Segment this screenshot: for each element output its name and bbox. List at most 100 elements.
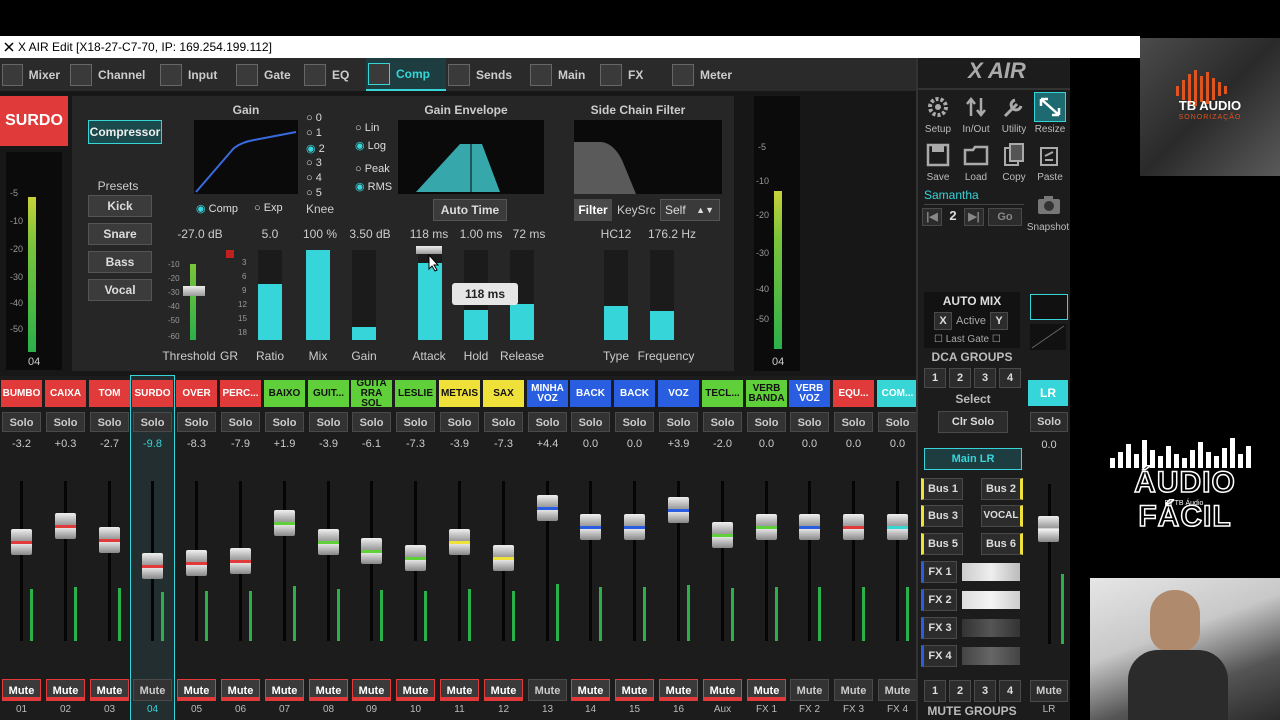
solo-button[interactable]: Solo bbox=[571, 412, 610, 432]
log-radio[interactable]: ◉ Log bbox=[355, 139, 386, 152]
channel-fader[interactable] bbox=[537, 495, 558, 521]
tab-eq[interactable]: EQ bbox=[302, 58, 366, 91]
channel-name[interactable]: BACK bbox=[614, 380, 655, 407]
mute-group-3-button[interactable]: 3 bbox=[974, 680, 996, 702]
scene-go-button[interactable]: Go bbox=[988, 208, 1022, 226]
type-slider[interactable] bbox=[604, 250, 628, 340]
tab-main[interactable]: Main bbox=[528, 58, 598, 91]
channel-name[interactable]: VERB BANDA bbox=[746, 380, 787, 407]
channel-name[interactable]: METAIS bbox=[439, 380, 480, 407]
paste-icon[interactable] bbox=[1034, 142, 1066, 170]
mix-slider[interactable] bbox=[306, 250, 330, 340]
solo-button[interactable]: Solo bbox=[834, 412, 873, 432]
filter-button[interactable]: Filter bbox=[574, 199, 612, 221]
channel-fader[interactable] bbox=[405, 545, 426, 571]
main-lr-button[interactable]: Main LR bbox=[924, 448, 1022, 470]
channel-name[interactable]: GUITA RRA SOL bbox=[351, 380, 392, 407]
channel-fader[interactable] bbox=[361, 538, 382, 564]
channel-fader[interactable] bbox=[712, 522, 733, 548]
lin-radio[interactable]: ○ Lin bbox=[355, 122, 379, 134]
solo-button[interactable]: Solo bbox=[352, 412, 391, 432]
mute-button[interactable]: Mute bbox=[484, 679, 523, 701]
solo-button[interactable]: Solo bbox=[90, 412, 129, 432]
bus-vocal-button[interactable]: VOCAL bbox=[981, 505, 1023, 527]
dca-2-button[interactable]: 2 bbox=[949, 368, 971, 388]
mute-button[interactable]: Mute bbox=[703, 679, 742, 701]
frequency-slider[interactable] bbox=[650, 250, 674, 340]
last-gate-checkbox[interactable]: ☐ Last Gate ☐ bbox=[934, 334, 1001, 345]
close-x-icon[interactable] bbox=[4, 37, 14, 52]
solo-button[interactable]: Solo bbox=[46, 412, 85, 432]
mute-button[interactable]: Mute bbox=[396, 679, 435, 701]
rms-radio[interactable]: ◉ RMS bbox=[355, 180, 392, 193]
solo-button[interactable]: Solo bbox=[265, 412, 304, 432]
gain-slider[interactable] bbox=[352, 250, 376, 340]
preset-kick-button[interactable]: Kick bbox=[88, 195, 152, 217]
mute-button[interactable]: Mute bbox=[834, 679, 873, 701]
channel-name[interactable]: EQU... bbox=[833, 380, 874, 407]
mute-button[interactable]: Mute bbox=[46, 679, 85, 701]
mute-button[interactable]: Mute bbox=[177, 679, 216, 701]
solo-button[interactable]: Solo bbox=[878, 412, 917, 432]
solo-button[interactable]: Solo bbox=[659, 412, 698, 432]
ratio-slider[interactable] bbox=[258, 250, 282, 340]
channel-fader[interactable] bbox=[142, 553, 163, 579]
channel-fader[interactable] bbox=[99, 527, 120, 553]
mute-button[interactable]: Mute bbox=[440, 679, 479, 701]
solo-button[interactable]: Solo bbox=[790, 412, 829, 432]
solo-button[interactable]: Solo bbox=[221, 412, 260, 432]
keysrc-select[interactable]: Self ▲▼ bbox=[660, 199, 720, 221]
channel-fader[interactable] bbox=[274, 510, 295, 536]
mute-button[interactable]: Mute bbox=[133, 679, 172, 701]
solo-button[interactable]: Solo bbox=[528, 412, 567, 432]
compressor-toggle-button[interactable]: Compressor bbox=[88, 120, 162, 144]
tab-fx[interactable]: FX bbox=[598, 58, 670, 91]
channel-fader[interactable] bbox=[55, 513, 76, 539]
knee-option[interactable]: ○ 1 bbox=[306, 127, 336, 142]
fx-2-button[interactable]: FX 2 bbox=[921, 589, 957, 611]
channel-name[interactable]: VOZ bbox=[658, 380, 699, 407]
dca-3-button[interactable]: 3 bbox=[974, 368, 996, 388]
channel-name[interactable]: VERB VOZ bbox=[789, 380, 830, 407]
solo-button[interactable]: Solo bbox=[747, 412, 786, 432]
knee-option[interactable]: ○ 5 bbox=[306, 187, 336, 202]
dca-1-button[interactable]: 1 bbox=[924, 368, 946, 388]
solo-button[interactable]: Solo bbox=[615, 412, 654, 432]
channel-name[interactable]: CAIXA bbox=[45, 380, 86, 407]
knee-option[interactable]: ○ 4 bbox=[306, 172, 336, 187]
lr-mute-button[interactable]: Mute bbox=[1030, 680, 1068, 702]
bus-6-button[interactable]: Bus 6 bbox=[981, 533, 1023, 555]
channel-name[interactable]: GUIT... bbox=[308, 380, 349, 407]
mute-button[interactable]: Mute bbox=[747, 679, 786, 701]
scene-next-icon[interactable]: ▶| bbox=[964, 208, 984, 226]
knee-option-selected[interactable]: ◉ 2 bbox=[306, 142, 336, 157]
utility-wrench-icon[interactable] bbox=[998, 94, 1030, 122]
attack-slider-handle[interactable] bbox=[416, 246, 442, 254]
channel-fader[interactable] bbox=[580, 514, 601, 540]
solo-button[interactable]: Solo bbox=[440, 412, 479, 432]
snapshot-camera-icon[interactable] bbox=[1036, 194, 1062, 216]
mute-button[interactable]: Mute bbox=[2, 679, 41, 701]
lr-fader[interactable] bbox=[1038, 516, 1059, 542]
preset-snare-button[interactable]: Snare bbox=[88, 223, 152, 245]
inout-arrows-icon[interactable] bbox=[960, 94, 992, 122]
tab-gate[interactable]: Gate bbox=[234, 58, 302, 91]
preset-vocal-button[interactable]: Vocal bbox=[88, 279, 152, 301]
copy-icon[interactable] bbox=[998, 142, 1030, 170]
channel-name[interactable]: BUMBO bbox=[1, 380, 42, 407]
scene-prev-icon[interactable]: |◀ bbox=[922, 208, 942, 226]
knee-option[interactable]: ○ 3 bbox=[306, 157, 336, 172]
mute-group-4-button[interactable]: 4 bbox=[999, 680, 1021, 702]
preset-bass-button[interactable]: Bass bbox=[88, 251, 152, 273]
channel-fader[interactable] bbox=[318, 529, 339, 555]
channel-fader[interactable] bbox=[186, 550, 207, 576]
solo-button[interactable]: Solo bbox=[484, 412, 523, 432]
mute-button[interactable]: Mute bbox=[221, 679, 260, 701]
solo-button[interactable]: Solo bbox=[2, 412, 41, 432]
solo-button[interactable]: Solo bbox=[133, 412, 172, 432]
mode-exp-radio[interactable]: ○ Exp bbox=[254, 202, 283, 214]
channel-fader[interactable] bbox=[799, 514, 820, 540]
auto-time-button[interactable]: Auto Time bbox=[433, 199, 507, 221]
threshold-slider-handle[interactable] bbox=[183, 286, 205, 296]
tab-mixer[interactable]: Mixer bbox=[0, 58, 68, 91]
